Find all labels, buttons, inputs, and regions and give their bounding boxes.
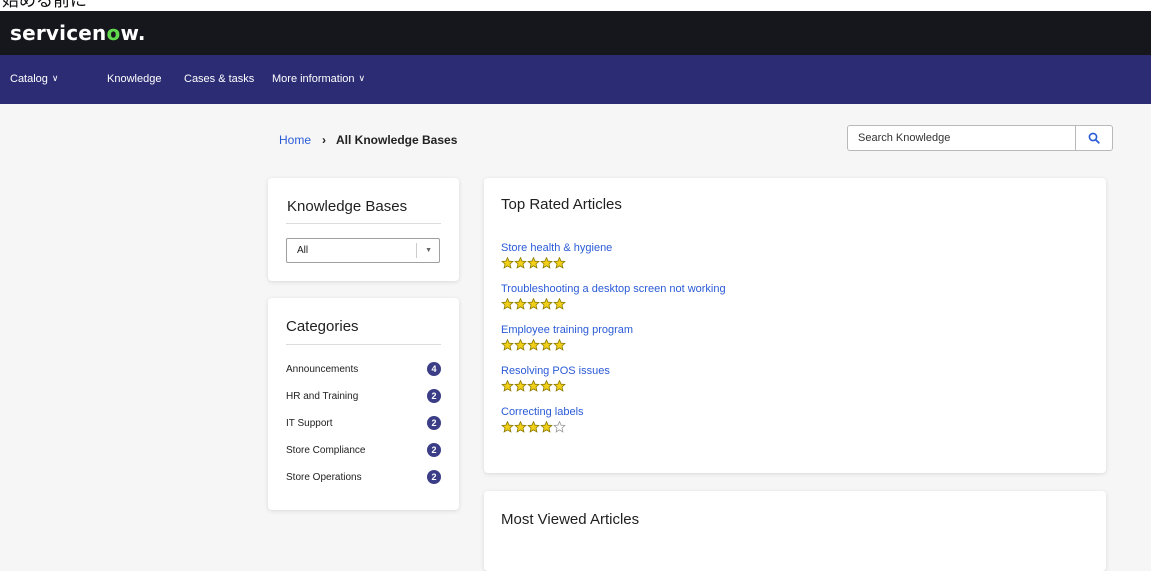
article-link[interactable]: Troubleshooting a desktop screen not wor… xyxy=(501,283,726,295)
star-filled-icon xyxy=(540,298,553,310)
star-filled-icon xyxy=(501,257,514,269)
category-item-it-support[interactable]: IT Support 2 xyxy=(286,415,441,435)
category-count-badge: 4 xyxy=(427,362,441,376)
category-count-badge: 2 xyxy=(427,416,441,430)
chevron-down-icon: ∨ xyxy=(358,73,366,83)
star-filled-icon xyxy=(553,298,566,310)
category-label: HR and Training xyxy=(286,391,359,402)
star-filled-icon xyxy=(527,421,540,433)
star-filled-icon xyxy=(527,380,540,392)
divider xyxy=(416,243,417,258)
most-viewed-articles-title: Most Viewed Articles xyxy=(501,511,640,528)
servicenow-logo[interactable]: servicenow. xyxy=(10,21,146,45)
category-count-badge: 2 xyxy=(427,443,441,457)
nav-item-label: More information xyxy=(272,73,355,85)
category-label: IT Support xyxy=(286,418,333,429)
nav-item-catalog[interactable]: Catalog ∨ xyxy=(10,55,59,104)
category-item-store-compliance[interactable]: Store Compliance 2 xyxy=(286,442,441,462)
categories-card: Categories Announcements 4 HR and Traini… xyxy=(268,298,459,510)
star-filled-icon xyxy=(514,257,527,269)
knowledge-base-select-value: All xyxy=(297,245,309,256)
main-nav: Catalog ∨ Knowledge Cases & tasks More in… xyxy=(0,55,1151,104)
category-count-badge: 2 xyxy=(427,389,441,403)
star-filled-icon xyxy=(514,339,527,351)
search-knowledge-input[interactable]: Search Knowledge xyxy=(847,125,1075,151)
star-filled-icon xyxy=(514,421,527,433)
star-rating xyxy=(501,380,566,392)
category-label: Announcements xyxy=(286,364,359,375)
top-bar: servicenow. xyxy=(0,11,1151,55)
star-filled-icon xyxy=(501,339,514,351)
article-item: Correcting labels xyxy=(501,406,584,433)
article-item: Troubleshooting a desktop screen not wor… xyxy=(501,283,726,310)
category-label: Store Compliance xyxy=(286,445,366,456)
article-link[interactable]: Employee training program xyxy=(501,324,633,336)
search-button[interactable] xyxy=(1075,125,1113,151)
star-rating xyxy=(501,298,566,310)
star-filled-icon xyxy=(501,298,514,310)
nav-item-cases-tasks[interactable]: Cases & tasks xyxy=(184,55,254,104)
star-empty-icon xyxy=(553,421,566,433)
chevron-down-icon: ▼ xyxy=(425,247,432,254)
chevron-down-icon: ∨ xyxy=(51,73,59,83)
star-filled-icon xyxy=(501,421,514,433)
category-item-store-operations[interactable]: Store Operations 2 xyxy=(286,469,441,489)
category-item-announcements[interactable]: Announcements 4 xyxy=(286,361,441,381)
article-item: Store health & hygiene xyxy=(501,242,612,269)
article-item: Resolving POS issues xyxy=(501,365,610,392)
nav-item-label: Cases & tasks xyxy=(184,73,255,85)
breadcrumb: Home › All Knowledge Bases xyxy=(279,133,457,147)
most-viewed-articles-card: Most Viewed Articles xyxy=(484,491,1106,571)
knowledge-bases-card: Knowledge Bases All ▼ xyxy=(268,178,459,281)
article-link[interactable]: Resolving POS issues xyxy=(501,365,610,377)
star-filled-icon xyxy=(553,257,566,269)
search-icon xyxy=(1088,132,1100,144)
divider xyxy=(286,344,441,345)
nav-item-knowledge[interactable]: Knowledge xyxy=(107,55,161,104)
star-filled-icon xyxy=(501,380,514,392)
breadcrumb-current: All Knowledge Bases xyxy=(336,133,458,147)
top-rated-articles-title: Top Rated Articles xyxy=(501,196,622,213)
star-rating xyxy=(501,421,566,433)
nav-item-label: Catalog xyxy=(10,73,48,85)
star-filled-icon xyxy=(527,339,540,351)
page-caption: 始める前に xyxy=(0,0,1151,11)
star-filled-icon xyxy=(527,257,540,269)
divider xyxy=(286,223,441,224)
category-label: Store Operations xyxy=(286,472,362,483)
star-filled-icon xyxy=(540,421,553,433)
nav-item-more-information[interactable]: More information ∨ xyxy=(272,55,365,104)
article-item: Employee training program xyxy=(501,324,633,351)
star-filled-icon xyxy=(540,257,553,269)
star-filled-icon xyxy=(514,298,527,310)
breadcrumb-separator-icon: › xyxy=(322,133,327,147)
star-filled-icon xyxy=(553,380,566,392)
star-filled-icon xyxy=(527,298,540,310)
star-filled-icon xyxy=(540,380,553,392)
star-filled-icon xyxy=(553,339,566,351)
knowledge-base-select[interactable]: All ▼ xyxy=(286,238,440,263)
star-rating xyxy=(501,257,566,269)
categories-title: Categories xyxy=(286,318,359,335)
category-item-hr-and-training[interactable]: HR and Training 2 xyxy=(286,388,441,408)
article-link[interactable]: Store health & hygiene xyxy=(501,242,612,254)
top-rated-articles-card: Top Rated Articles Store health & hygien… xyxy=(484,178,1106,473)
category-count-badge: 2 xyxy=(427,470,441,484)
star-filled-icon xyxy=(514,380,527,392)
knowledge-bases-title: Knowledge Bases xyxy=(287,198,408,215)
star-filled-icon xyxy=(540,339,553,351)
breadcrumb-home-link[interactable]: Home xyxy=(279,133,311,147)
article-link[interactable]: Correcting labels xyxy=(501,406,584,418)
nav-item-label: Knowledge xyxy=(107,73,162,85)
star-rating xyxy=(501,339,566,351)
